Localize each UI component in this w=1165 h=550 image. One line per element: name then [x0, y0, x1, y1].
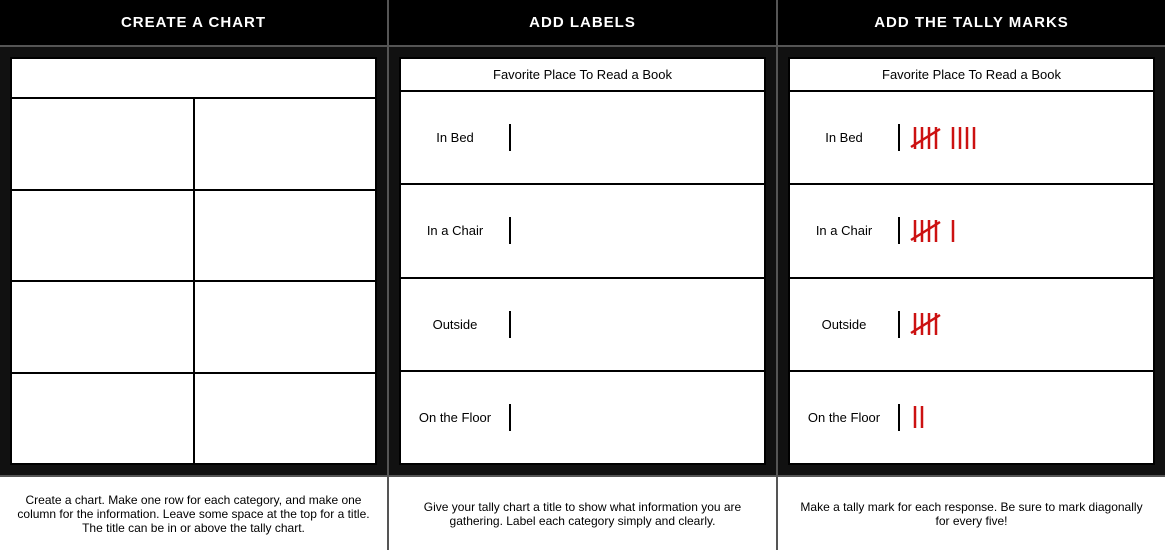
blank-cell-2-2	[195, 191, 376, 281]
chart-row-2-4: On the Floor	[401, 372, 764, 463]
blank-cell-2-1	[12, 191, 195, 281]
row-label-3-1: In Bed	[790, 124, 900, 151]
row-label-2-4: On the Floor	[401, 404, 511, 431]
app-container: CREATE A CHART ADD LABELS ADD THE TALLY …	[0, 0, 1165, 550]
chart-row-2-1: In Bed	[401, 92, 764, 185]
blank-title-row	[12, 59, 375, 99]
header-col3: ADD THE TALLY MARKS	[778, 0, 1165, 45]
chart-row-3-2: In a Chair	[790, 185, 1153, 278]
footer-cell-2: Give your tally chart a title to show wh…	[389, 477, 778, 550]
tally-group-1a	[910, 124, 944, 152]
row-value-2-1	[511, 132, 764, 144]
blank-rows	[12, 99, 375, 463]
blank-row-3	[12, 282, 375, 374]
row-value-3-1	[900, 118, 1153, 158]
labeled-chart-2: Favorite Place To Read a Book In Bed In …	[399, 57, 766, 465]
chart-title-2: Favorite Place To Read a Book	[401, 59, 764, 92]
blank-cell-4-2	[195, 374, 376, 464]
tally-group-2a	[910, 217, 944, 245]
row-label-2-3: Outside	[401, 311, 511, 338]
tally-group-4a	[910, 403, 930, 431]
footer-cell-3: Make a tally mark for each response. Be …	[778, 477, 1165, 550]
blank-cell-3-1	[12, 282, 195, 372]
row-label-2-1: In Bed	[401, 124, 511, 151]
blank-row-1	[12, 99, 375, 191]
row-value-2-2	[511, 225, 764, 237]
tally-group-1b	[948, 124, 982, 152]
chart-row-2-3: Outside	[401, 279, 764, 372]
content-row: Favorite Place To Read a Book In Bed In …	[0, 47, 1165, 475]
row-value-2-4	[511, 411, 764, 423]
footer-cell-1: Create a chart. Make one row for each ca…	[0, 477, 389, 550]
blank-row-4	[12, 374, 375, 464]
blank-cell-1-2	[195, 99, 376, 189]
blank-cell-1-1	[12, 99, 195, 189]
header-col1: CREATE A CHART	[0, 0, 389, 45]
row-value-3-4	[900, 397, 1153, 437]
blank-cell-4-1	[12, 374, 195, 464]
chart-row-3-1: In Bed	[790, 92, 1153, 185]
panel-add-labels: Favorite Place To Read a Book In Bed In …	[389, 47, 778, 475]
row-value-3-3	[900, 304, 1153, 344]
row-label-3-2: In a Chair	[790, 217, 900, 244]
chart-row-2-2: In a Chair	[401, 185, 764, 278]
panel-create-chart	[0, 47, 389, 475]
labeled-chart-3: Favorite Place To Read a Book In Bed	[788, 57, 1155, 465]
row-label-3-3: Outside	[790, 311, 900, 338]
panel-add-tallies: Favorite Place To Read a Book In Bed	[778, 47, 1165, 475]
chart-row-3-4: On the Floor	[790, 372, 1153, 463]
row-label-3-4: On the Floor	[790, 404, 900, 431]
tally-group-3a	[910, 310, 944, 338]
header-row: CREATE A CHART ADD LABELS ADD THE TALLY …	[0, 0, 1165, 47]
chart-title-3: Favorite Place To Read a Book	[790, 59, 1153, 92]
row-value-3-2	[900, 211, 1153, 251]
header-col2: ADD LABELS	[389, 0, 778, 45]
blank-cell-3-2	[195, 282, 376, 372]
tally-group-2b	[948, 217, 960, 245]
footer-row: Create a chart. Make one row for each ca…	[0, 475, 1165, 550]
blank-row-2	[12, 191, 375, 283]
row-value-2-3	[511, 318, 764, 330]
blank-chart	[10, 57, 377, 465]
chart-row-3-3: Outside	[790, 279, 1153, 372]
row-label-2-2: In a Chair	[401, 217, 511, 244]
